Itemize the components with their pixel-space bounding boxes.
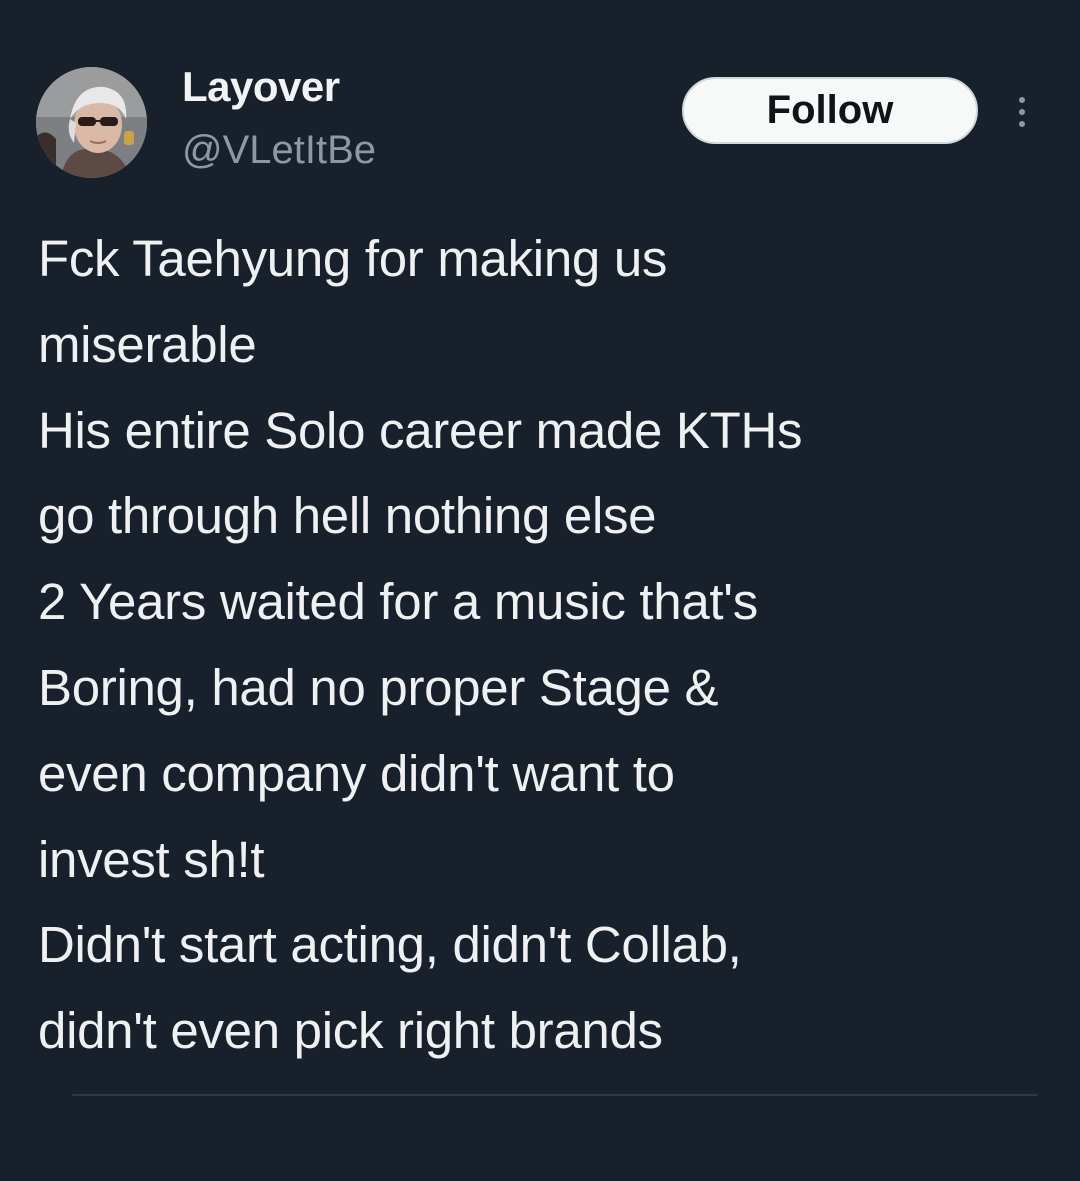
tweet-line: Fck Taehyung for making us	[38, 230, 668, 287]
tweet-line: 2 Years waited for a music that's	[38, 573, 758, 631]
more-dot	[1019, 109, 1025, 115]
avatar-image	[36, 67, 147, 178]
more-vertical-icon[interactable]	[1008, 92, 1036, 132]
more-dot	[1019, 97, 1025, 103]
tweet-line: even company didn't want to	[38, 744, 675, 802]
tweet-line: didn't even pick right brands	[38, 1002, 663, 1060]
avatar[interactable]	[36, 67, 147, 178]
user-handle[interactable]: @VLetItBe	[182, 126, 376, 174]
tweet-line: Boring, had no proper Stage &	[38, 658, 719, 716]
divider	[72, 1094, 1038, 1096]
display-name[interactable]: Layover	[182, 62, 340, 112]
tweet-line: His entire Solo career made KTHs	[38, 401, 803, 459]
tweet-text: Fck Taehyung for making us miserable His…	[38, 216, 1068, 1074]
tweet-line: Didn't start acting, didn't Collab,	[38, 916, 742, 974]
more-dot	[1019, 121, 1025, 127]
tweet-line: go through hell nothing else	[38, 487, 657, 545]
follow-button[interactable]: Follow	[682, 77, 978, 144]
tweet-line: invest sh!t	[38, 830, 265, 888]
tweet-line: miserable	[38, 315, 257, 373]
